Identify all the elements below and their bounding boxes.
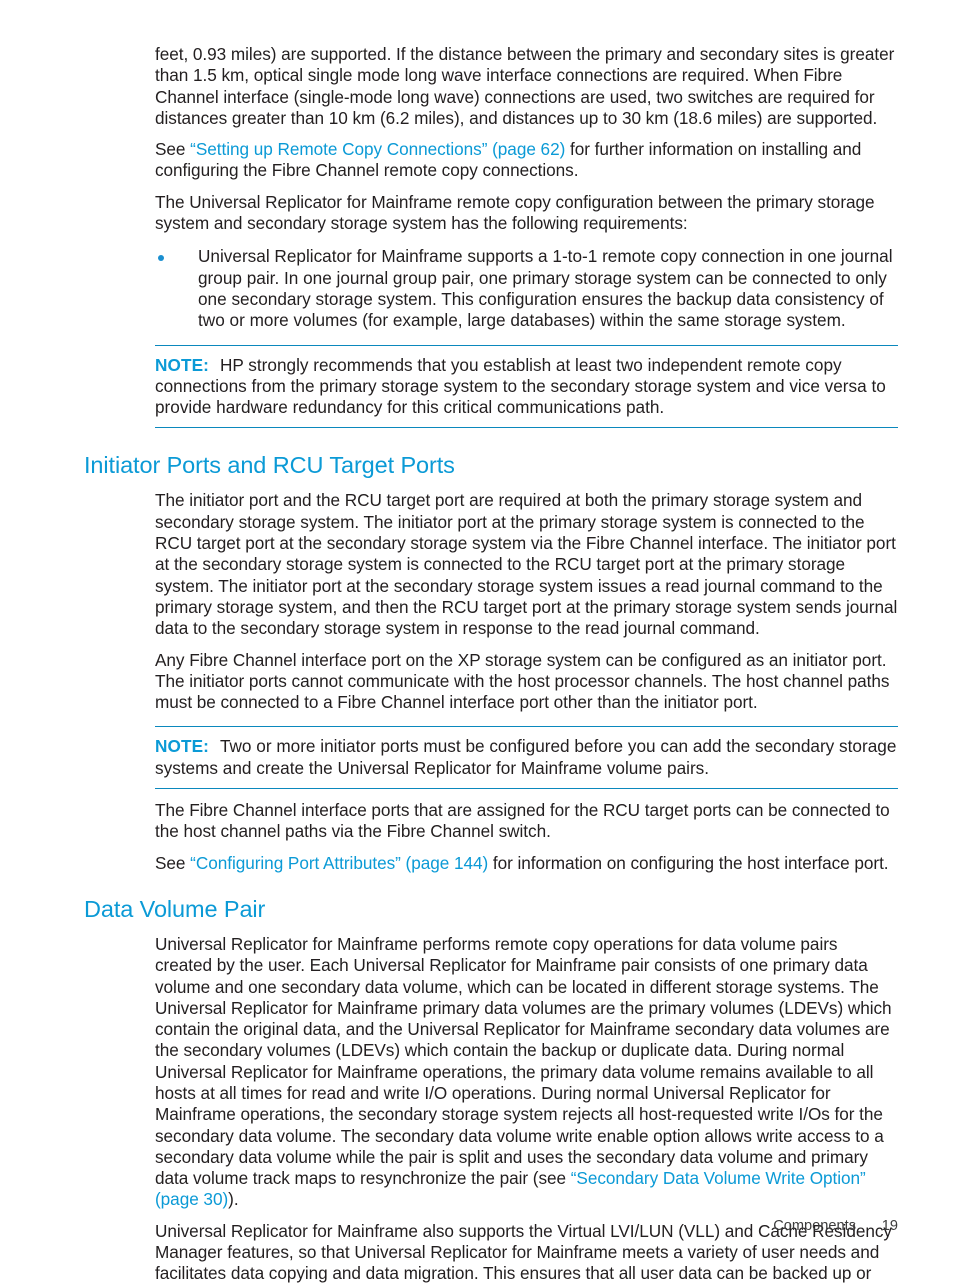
paragraph-requirements-intro: The Universal Replicator for Mainframe r…	[155, 191, 875, 234]
paragraph-data-volume-pair-description: Universal Replicator for Mainframe perfo…	[155, 934, 898, 1211]
page-title-data-volume-pair: Data Volume Pair	[84, 895, 266, 922]
content-column-initiator: The initiator port and the RCU target po…	[155, 490, 898, 713]
dvp-suffix: ).	[228, 1189, 239, 1210]
content-column: feet, 0.93 miles) are supported. If the …	[155, 44, 898, 332]
page-title-initiator-ports: Initiator Ports and RCU Target Ports	[84, 452, 455, 479]
requirements-bullet-list: Universal Replicator for Mainframe suppo…	[155, 246, 898, 331]
bullet-dot-icon	[158, 255, 164, 262]
paragraph-initiator-ports-configuration: Any Fibre Channel interface port on the …	[155, 649, 890, 713]
paragraph-see-remote-copy-connections: See “Setting up Remote Copy Connections”…	[155, 139, 898, 182]
see-suffix: for information on configuring the host …	[488, 852, 889, 873]
footer-chapter-name: Components	[773, 1218, 856, 1234]
paragraph-initiator-ports-overview: The initiator port and the RCU target po…	[155, 490, 898, 639]
page-footer: Components 19	[0, 1218, 954, 1234]
heading-block-data-volume-pair: Data Volume Pair	[84, 896, 898, 923]
list-item: Universal Replicator for Mainframe suppo…	[155, 246, 898, 331]
note-body: Two or more initiator ports must be conf…	[155, 736, 897, 778]
link-setting-up-remote-copy-connections[interactable]: “Setting up Remote Copy Connections” (pa…	[190, 139, 565, 159]
paragraph-distance-requirements: feet, 0.93 miles) are supported. If the …	[155, 44, 895, 128]
paragraph-rcu-target-ports: The Fibre Channel interface ports that a…	[155, 800, 890, 842]
note-label: NOTE:	[155, 736, 209, 757]
note-admonition-redundancy: NOTE: HP strongly recommends that you est…	[155, 344, 898, 429]
note-body: HP strongly recommends that you establis…	[155, 354, 886, 418]
paragraph-see-configuring-port-attributes: See “Configuring Port Attributes” (page …	[155, 853, 898, 874]
dvp-prefix: Universal Replicator for Mainframe perfo…	[155, 933, 892, 1189]
note-label: NOTE:	[155, 354, 209, 375]
content-column-rcu-target: The Fibre Channel interface ports that a…	[155, 800, 898, 874]
note-admonition-two-initiator-ports: NOTE: Two or more initiator ports must be…	[155, 726, 898, 790]
link-configuring-port-attributes[interactable]: “Configuring Port Attributes” (page 144)	[190, 853, 488, 873]
list-item-text: Universal Replicator for Mainframe suppo…	[198, 246, 893, 331]
footer-page-number: 19	[881, 1218, 898, 1234]
note-text-wrapper: NOTE: HP strongly recommends that you est…	[155, 355, 898, 419]
note-text-wrapper: NOTE: Two or more initiator ports must be…	[155, 736, 898, 779]
document-page: feet, 0.93 miles) are supported. If the …	[0, 0, 954, 1283]
see-prefix: See	[155, 139, 191, 160]
see-prefix: See	[155, 852, 191, 873]
heading-block-initiator-ports: Initiator Ports and RCU Target Ports	[84, 452, 898, 479]
